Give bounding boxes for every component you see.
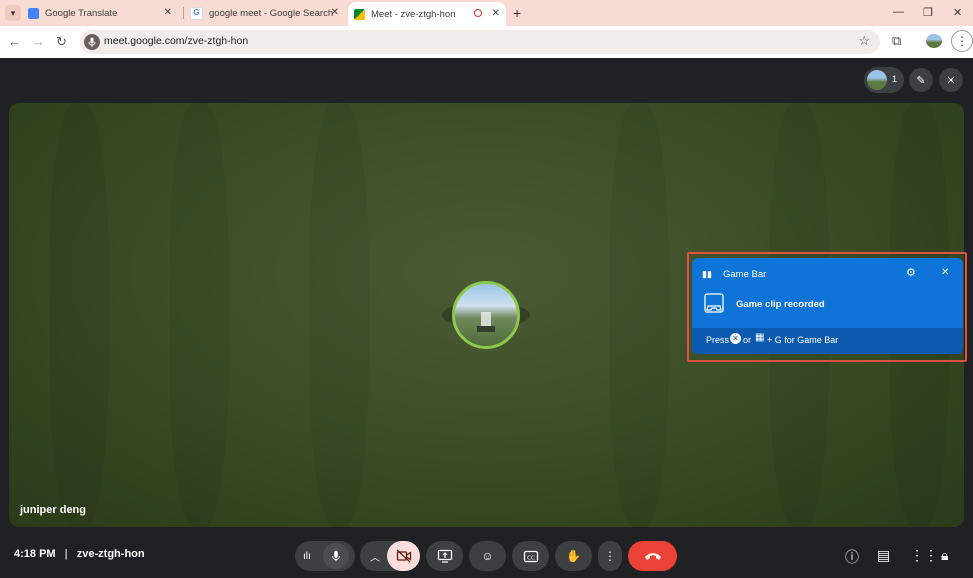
background-stripe: [309, 103, 369, 527]
meeting-details-info-icon[interactable]: ⓘ: [845, 547, 859, 567]
host-controls-lock-icon[interactable]: 🔒︎: [941, 547, 948, 564]
participant-name: juniper deng: [20, 504, 86, 516]
reload-icon[interactable]: ↻: [56, 34, 67, 50]
close-window-icon[interactable]: ✕: [953, 6, 962, 19]
raise-hand-button[interactable]: ✋: [555, 541, 592, 571]
tab-google-translate[interactable]: Google Translate ✕: [28, 2, 178, 24]
close-icon[interactable]: ✕: [331, 7, 339, 18]
audio-group: ılı: [295, 541, 355, 571]
close-icon[interactable]: ✕: [492, 8, 500, 19]
meeting-code: zve-ztgh-hon: [76, 548, 145, 560]
audio-level-icon: ılı: [303, 550, 311, 562]
camera-group: ︿: [360, 541, 420, 571]
meeting-clock: 4:18 PM | zve-ztgh-hon: [14, 548, 145, 560]
mic-button[interactable]: [323, 543, 349, 569]
new-tab-button[interactable]: +: [513, 5, 521, 21]
menu-kebab-icon[interactable]: ⋮: [951, 30, 973, 52]
tab-strip: ▾ Google Translate ✕ G google meet - Goo…: [0, 0, 973, 26]
address-bar[interactable]: meet.google.com/zve-ztgh-hon ☆: [80, 30, 880, 54]
leave-call-button[interactable]: [628, 541, 677, 571]
tab-separator: [183, 7, 184, 19]
present-button[interactable]: [426, 541, 463, 571]
recording-icon: [474, 9, 482, 17]
participant-count: 1: [892, 74, 898, 84]
participants-chip[interactable]: 1: [864, 67, 904, 93]
minimize-icon[interactable]: —: [893, 6, 904, 18]
background-stripe: [169, 103, 229, 527]
restore-icon[interactable]: ❐: [923, 6, 933, 19]
browser-toolbar: ← → ↻ meet.google.com/zve-ztgh-hon ☆ ⧉ ⋮: [0, 26, 973, 59]
tab-title: google meet - Google Search: [209, 7, 334, 19]
tab-google-search[interactable]: G google meet - Google Search ✕: [190, 2, 345, 24]
close-icon[interactable]: ✕: [164, 7, 172, 18]
highlight-box: [687, 252, 967, 362]
url-text: meet.google.com/zve-ztgh-hon: [104, 35, 249, 47]
svg-text:CC: CC: [527, 555, 535, 561]
tab-meet[interactable]: Meet - zve-ztgh-hon ✕: [348, 2, 506, 26]
camera-options-chevron-icon[interactable]: ︿: [370, 549, 380, 564]
activities-grid-icon[interactable]: ⋮⋮: [910, 547, 938, 564]
meeting-time: 4:18 PM: [14, 548, 56, 560]
extensions-icon[interactable]: ⧉: [892, 33, 901, 49]
pin-off-icon[interactable]: ✕: [939, 68, 963, 92]
background-stripe: [609, 103, 669, 527]
background-stripe: [49, 103, 109, 527]
clock-divider: |: [64, 548, 68, 560]
effects-wand-icon[interactable]: ✎: [909, 68, 933, 92]
forward-icon[interactable]: →: [32, 34, 45, 49]
chat-icon[interactable]: ▤: [877, 547, 890, 564]
camera-off-button[interactable]: [387, 541, 420, 571]
participant-avatar-small: [867, 70, 887, 90]
tab-search-dropdown[interactable]: ▾: [5, 5, 21, 21]
bookmark-star-icon[interactable]: ☆: [858, 33, 870, 49]
tab-title: Google Translate: [45, 7, 118, 19]
tab-title: Meet - zve-ztgh-hon: [371, 8, 456, 20]
participant-avatar: [452, 281, 520, 349]
meet-icon: [354, 8, 365, 20]
back-icon[interactable]: ←: [8, 34, 21, 49]
captions-button[interactable]: CC: [512, 541, 549, 571]
more-options-button[interactable]: ⋮: [598, 541, 622, 571]
profile-avatar[interactable]: [926, 34, 942, 48]
emoji-reactions-button[interactable]: ☺: [469, 541, 506, 571]
google-icon: G: [190, 6, 203, 20]
translate-icon: [28, 7, 39, 19]
mic-site-icon[interactable]: [84, 34, 100, 50]
